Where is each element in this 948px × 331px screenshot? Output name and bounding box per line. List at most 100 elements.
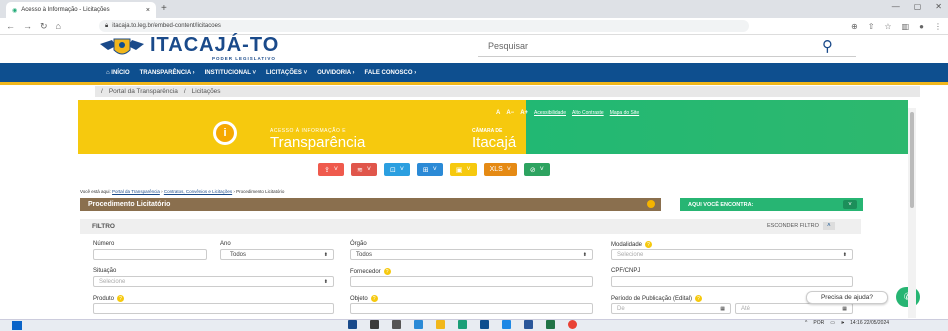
site-map-link[interactable]: Mapa do Site	[610, 110, 639, 116]
search-input[interactable]: Pesquisar	[478, 36, 856, 57]
export-format-icon: ≋	[356, 166, 363, 174]
nav-item-institucional[interactable]: INSTITUCIONAL ˅	[205, 70, 256, 76]
situacao-select[interactable]: Selecione ⬍	[93, 276, 334, 287]
nav-item-licitacoes[interactable]: LICITAÇÕES ˅	[266, 70, 307, 76]
export-button-4[interactable]: ▣ ˅	[449, 163, 477, 176]
label-numero: Número	[93, 241, 115, 247]
chrome-icon[interactable]	[568, 320, 577, 329]
orgao-select[interactable]: Todos ⬍	[350, 249, 593, 260]
breadcrumb-link-portal[interactable]: Portal da Transparência	[112, 189, 160, 194]
nav-item-inicio[interactable]: ⌂ INÍCIO	[106, 70, 130, 76]
windows-icon[interactable]	[348, 320, 357, 329]
network-icon[interactable]: ▭	[830, 320, 835, 326]
export-button-6[interactable]: ⊘ ˅	[523, 163, 550, 176]
accessibility-link[interactable]: Acessibilidade	[534, 110, 566, 116]
nav-item-ouvidoria[interactable]: OUVIDORIA ›	[317, 70, 354, 76]
export-button-1[interactable]: ≋ ˅	[350, 163, 377, 176]
search-icon[interactable]	[370, 320, 379, 329]
cpf-cnpj-input[interactable]	[611, 276, 853, 287]
taskbar-apps	[348, 320, 577, 329]
produto-input[interactable]	[93, 303, 334, 314]
windows-start-icon[interactable]	[12, 321, 22, 330]
edge-icon[interactable]	[458, 320, 467, 329]
word-icon[interactable]	[524, 320, 533, 329]
forward-icon[interactable]: →	[23, 21, 32, 31]
help-icon: ?	[695, 295, 703, 302]
lock-icon: 🔒︎	[104, 22, 109, 29]
store-icon[interactable]	[480, 320, 489, 329]
export-button-3[interactable]: ⊞ ˅	[416, 163, 443, 176]
help-dot-icon[interactable]	[647, 200, 655, 208]
url-field[interactable]: 🔒︎ itacaja.to.leg.br/embed-content/licit…	[98, 20, 749, 32]
new-tab-button[interactable]: +	[161, 3, 167, 14]
label-situacao: Situação	[93, 268, 117, 274]
close-window-button[interactable]: ✕	[935, 2, 942, 11]
label-orgao: Órgão	[350, 241, 367, 247]
window-controls: — ▢ ✕	[892, 2, 942, 11]
minimize-button[interactable]: —	[892, 2, 900, 11]
date-from-input[interactable]: De ▦	[611, 303, 731, 314]
modalidade-select[interactable]: Selecione ⬍	[611, 249, 853, 260]
export-button-0[interactable]: ⇪ ˅	[318, 163, 344, 176]
aqui-voce-encontra-dropdown[interactable]: AQUI VOCÊ ENCONTRA:	[680, 198, 863, 211]
chat-help-bubble[interactable]: Precisa de ajuda?	[806, 291, 888, 304]
clock[interactable]: 14:16 22/05/2024	[850, 320, 889, 326]
font-reset-button[interactable]: A	[496, 110, 500, 116]
star-icon[interactable]: ☆	[884, 22, 891, 31]
ano-select[interactable]: Todos ⬍	[220, 249, 334, 260]
hide-filter-button[interactable]: ESCONDER FILTRO ˄	[767, 222, 835, 230]
label-produto: Produto?	[93, 295, 125, 302]
export-button-2[interactable]: ⊡ ˅	[383, 163, 410, 176]
help-icon: ?	[383, 268, 391, 275]
outlook-icon[interactable]	[502, 320, 511, 329]
fornecedor-input[interactable]	[350, 276, 593, 287]
date-to-input[interactable]: Até ▦	[735, 303, 853, 314]
export-format-icon: ⊡	[389, 166, 396, 174]
back-icon[interactable]: ←	[6, 21, 15, 31]
scrollbar-thumb[interactable]	[910, 112, 914, 208]
chevron-down-icon: ˅	[399, 166, 404, 173]
breadcrumb-portal[interactable]: Portal da Transparência	[109, 88, 178, 95]
chevron-down-icon[interactable]: ˅	[843, 200, 857, 209]
breadcrumb-link-contratos[interactable]: Contratos, Convênios e Licitações	[164, 189, 232, 194]
nav-item-fale-conosco[interactable]: FALE CONOSCO ›	[365, 70, 417, 76]
file-explorer-icon[interactable]	[436, 320, 445, 329]
numero-input[interactable]	[93, 249, 207, 260]
panel-title: Procedimento Licitatório	[80, 198, 661, 211]
maximize-button[interactable]: ▢	[914, 2, 922, 11]
search-icon[interactable]: ⚲	[822, 37, 833, 55]
home-icon[interactable]: ⌂	[56, 21, 61, 31]
banner-title-left: Transparência	[270, 134, 366, 151]
profile-icon[interactable]: ●	[919, 22, 924, 31]
objeto-input[interactable]	[350, 303, 593, 314]
breadcrumb-licitacoes[interactable]: Licitações	[192, 88, 221, 95]
breadcrumb-prefix: Você está aqui:	[80, 189, 111, 194]
export-format-icon: ⊘	[529, 166, 536, 174]
export-button-5[interactable]: XLS ˅	[483, 163, 517, 176]
coat-of-arms-icon	[100, 38, 144, 55]
tab-close-icon[interactable]: ×	[146, 7, 150, 14]
share-icon[interactable]: ⇧	[868, 22, 875, 31]
chevron-down-icon: ˅	[506, 166, 511, 173]
volume-icon[interactable]: 🕪︎	[841, 320, 844, 326]
breadcrumb-separator: /	[101, 88, 103, 95]
logo-title[interactable]: ITACAJÁ-TO	[150, 34, 279, 57]
font-decrease-button[interactable]: A−	[506, 110, 514, 116]
high-contrast-link[interactable]: Alto Contraste	[572, 110, 604, 116]
chat-app-icon[interactable]	[414, 320, 423, 329]
reload-icon[interactable]: ↻	[40, 21, 48, 32]
tab-title: Acesso à Informação - Licitações	[21, 7, 110, 13]
nav-item-transparencia[interactable]: TRANSPARÊNCIA ›	[140, 70, 195, 76]
excel-icon[interactable]	[546, 320, 555, 329]
tray-chevron-icon[interactable]: ^	[805, 320, 807, 326]
font-increase-button[interactable]: A+	[520, 110, 528, 116]
accessibility-bar: A A− A+ Acessibilidade Alto Contraste Ma…	[496, 110, 639, 116]
zoom-icon[interactable]: ⊕	[851, 22, 858, 31]
language-indicator[interactable]: POR	[813, 320, 824, 326]
help-icon: ?	[370, 295, 378, 302]
browser-tab[interactable]: ◉ Acesso à Informação - Licitações ×	[6, 2, 156, 18]
label-cpf-cnpj: CPF/CNPJ	[611, 268, 641, 274]
task-view-icon[interactable]	[392, 320, 401, 329]
menu-icon[interactable]: ⋮	[934, 22, 942, 31]
sidebar-icon[interactable]: ▥	[902, 22, 910, 31]
